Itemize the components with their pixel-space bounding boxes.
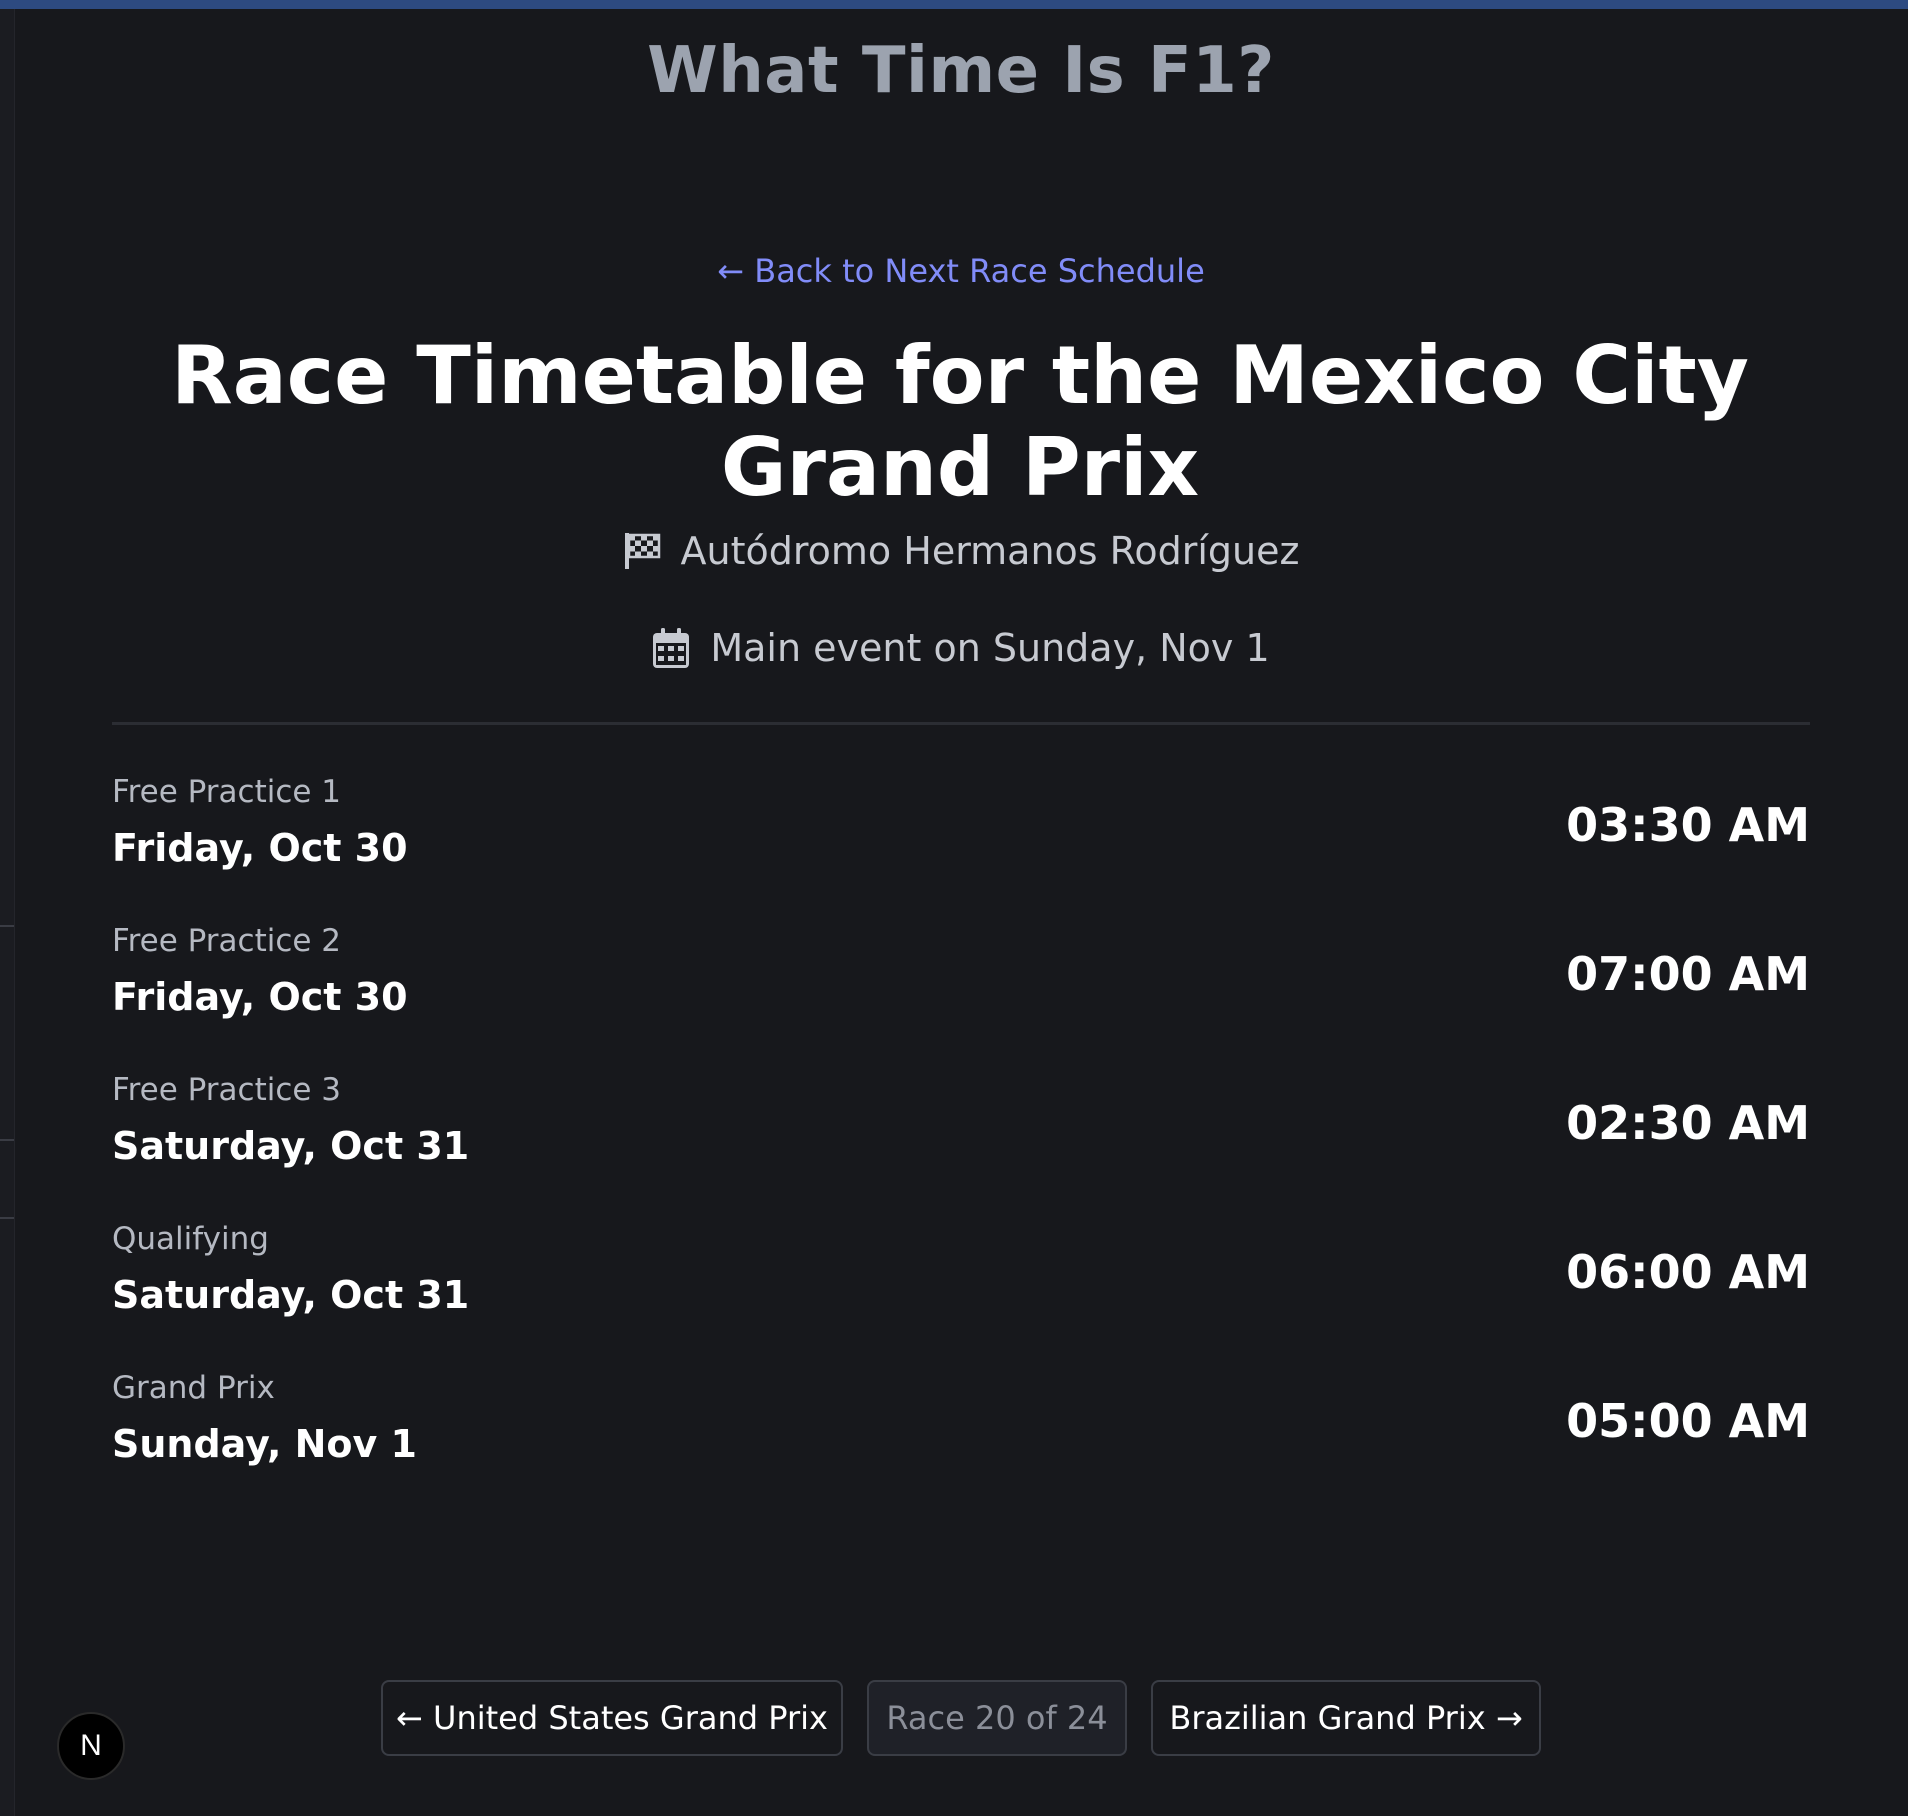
circuit-row: Autódromo Hermanos Rodríguez	[14, 525, 1908, 577]
back-to-schedule-link[interactable]: ← Back to Next Race Schedule	[14, 252, 1908, 290]
race-pagination: ← United States Grand Prix Race 20 of 24…	[0, 1680, 1908, 1758]
panel-divider	[0, 1139, 14, 1141]
session-day: Friday, Oct 30	[112, 975, 408, 1019]
next-race-button[interactable]: Brazilian Grand Prix →	[1151, 1680, 1541, 1756]
session-time: 06:00 AM	[1566, 1245, 1810, 1299]
panel-divider	[0, 1217, 14, 1219]
section-divider	[112, 722, 1810, 725]
session-time: 05:00 AM	[1566, 1394, 1810, 1448]
session-list: Free Practice 1 Friday, Oct 30 03:30 AM …	[112, 774, 1810, 1519]
main-event-date: Main event on Sunday, Nov 1	[710, 626, 1270, 670]
session-time: 07:00 AM	[1566, 947, 1810, 1001]
race-counter: Race 20 of 24	[867, 1680, 1127, 1756]
previous-race-button[interactable]: ← United States Grand Prix	[381, 1680, 843, 1756]
nextjs-dev-badge[interactable]: N	[57, 1712, 125, 1780]
panel-divider	[0, 925, 14, 927]
session-day: Sunday, Nov 1	[112, 1422, 417, 1466]
left-panel-edge	[0, 9, 15, 1816]
session-row: Free Practice 2 Friday, Oct 30 07:00 AM	[112, 923, 1810, 1072]
checkered-flag-icon	[623, 531, 661, 571]
session-name: Free Practice 1	[112, 774, 342, 810]
badge-letter: N	[80, 1729, 102, 1762]
session-name: Free Practice 3	[112, 1072, 342, 1108]
session-time: 03:30 AM	[1566, 798, 1810, 852]
session-name: Grand Prix	[112, 1370, 275, 1406]
back-link-label: ← Back to Next Race Schedule	[717, 252, 1205, 290]
top-accent-bar	[0, 0, 1908, 9]
circuit-name: Autódromo Hermanos Rodríguez	[680, 529, 1300, 573]
main-event-row: Main event on Sunday, Nov 1	[14, 622, 1908, 674]
session-row: Qualifying Saturday, Oct 31 06:00 AM	[112, 1221, 1810, 1370]
session-row: Grand Prix Sunday, Nov 1 05:00 AM	[112, 1370, 1810, 1519]
session-row: Free Practice 3 Saturday, Oct 31 02:30 A…	[112, 1072, 1810, 1221]
session-day: Saturday, Oct 31	[112, 1124, 470, 1168]
calendar-icon	[652, 627, 690, 669]
site-title[interactable]: What Time Is F1?	[14, 34, 1908, 108]
session-row: Free Practice 1 Friday, Oct 30 03:30 AM	[112, 774, 1810, 923]
page-title: Race Timetable for the Mexico City Grand…	[171, 329, 1749, 514]
session-time: 02:30 AM	[1566, 1096, 1810, 1150]
session-name: Qualifying	[112, 1221, 269, 1257]
session-day: Friday, Oct 30	[112, 826, 408, 870]
session-day: Saturday, Oct 31	[112, 1273, 470, 1317]
session-name: Free Practice 2	[112, 923, 342, 959]
